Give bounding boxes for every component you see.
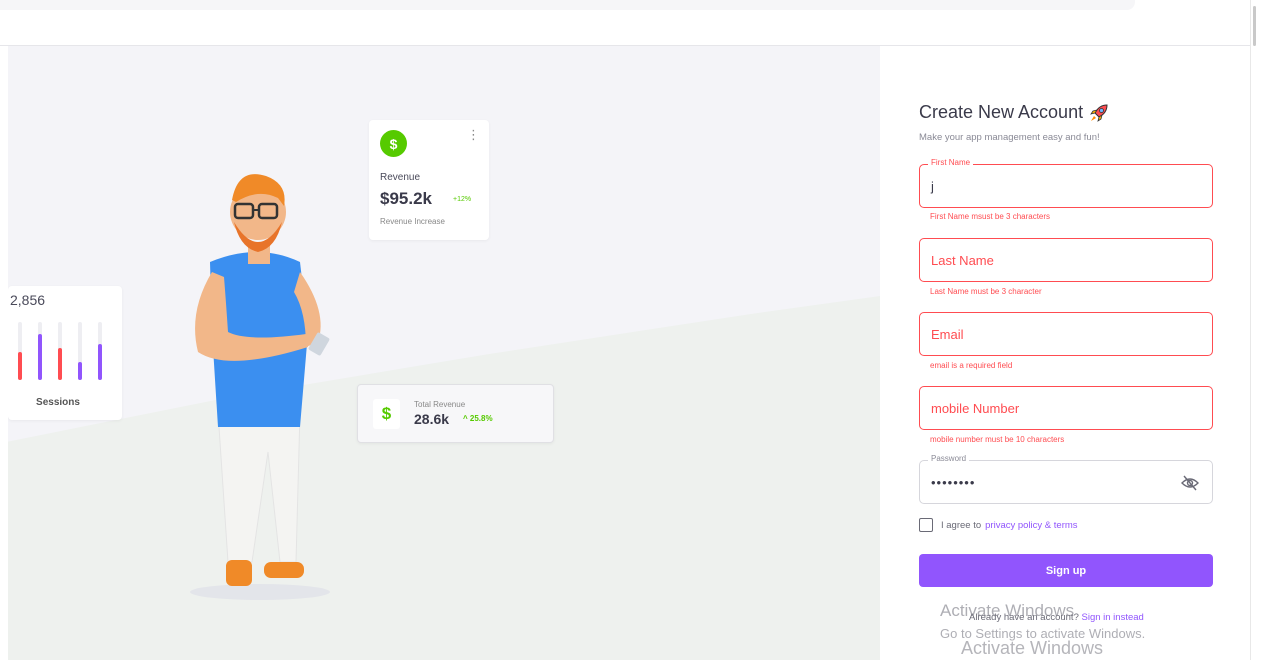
dollar-icon: $ (380, 130, 407, 157)
sessions-card: 2,856 Sessions (8, 286, 122, 420)
total-revenue-value: 28.6k (414, 411, 450, 427)
mobile-number-field[interactable]: mobile Number (919, 386, 1213, 430)
signup-button[interactable]: Sign up (919, 554, 1213, 587)
person-illustration (190, 174, 330, 600)
revenue-change: +12% (453, 196, 472, 203)
first-name-error: First Name msust be 3 characters (930, 212, 1051, 221)
sessions-bars (18, 322, 102, 380)
password-label: Password (928, 454, 970, 463)
floor-shape (8, 296, 880, 660)
top-strip (0, 0, 1135, 10)
revenue-subtitle: Revenue Increase (380, 217, 445, 226)
agree-text: I agree to (941, 519, 982, 531)
form-title: Create New Account (919, 102, 1109, 123)
total-revenue-label: Total Revenue (414, 400, 466, 409)
sessions-label: Sessions (36, 397, 80, 408)
password-field[interactable]: Password •••••••• (919, 454, 1213, 504)
rocket-icon (1090, 103, 1108, 122)
revenue-title: Revenue (380, 172, 421, 183)
signup-panel: Create New Account Make your app managem… (880, 46, 1250, 660)
form-subtitle: Make your app management easy and fun! (919, 132, 1100, 143)
first-name-label: First Name (928, 158, 974, 167)
agree-checkbox[interactable] (919, 518, 933, 532)
dollar-icon: $ (373, 399, 400, 429)
last-name-error: Last Name must be 3 character (930, 287, 1042, 296)
arrow-up-icon: ^ (463, 414, 470, 423)
illustration-panel: 2,856 Sessions $ ⋮ Revenue $95.2k +12% R… (8, 46, 880, 660)
windows-watermark-title: Activate Windows (940, 601, 1075, 620)
mobile-number-placeholder: mobile Number (931, 401, 1020, 416)
sign-in-link[interactable]: Sign in instead (1082, 612, 1144, 623)
last-name-placeholder: Last Name (931, 253, 994, 268)
eye-off-icon[interactable] (1180, 474, 1200, 492)
sessions-value: 2,856 (10, 292, 46, 308)
first-name-field[interactable]: First Name j (919, 158, 1213, 208)
more-vertical-icon[interactable]: ⋮ (467, 128, 480, 141)
email-error: email is a required field (930, 361, 1013, 370)
email-placeholder: Email (931, 327, 964, 342)
total-revenue-change-value: 25.8% (469, 414, 493, 423)
total-revenue-card: $ Total Revenue 28.6k ^ 25.8% (357, 384, 554, 443)
vertical-scrollbar[interactable] (1250, 0, 1264, 660)
scrollbar-thumb[interactable] (1253, 6, 1256, 46)
email-field[interactable]: Email (919, 312, 1213, 356)
total-revenue-change: ^ 25.8% (463, 414, 493, 423)
revenue-amount: $95.2k (380, 189, 432, 208)
agree-terms: I agree to privacy policy & terms (919, 518, 1078, 532)
mobile-number-error: mobile number must be 10 characters (930, 435, 1065, 444)
last-name-field[interactable]: Last Name (919, 238, 1213, 282)
top-bar (0, 0, 1264, 46)
password-value: •••••••• (931, 475, 976, 490)
privacy-terms-link[interactable]: privacy policy & terms (985, 520, 1077, 531)
windows-watermark-title-2: Activate Windows (961, 638, 1104, 658)
revenue-card: $ ⋮ Revenue $95.2k +12% Revenue Increase (369, 120, 489, 240)
first-name-value: j (931, 179, 934, 194)
form-title-text: Create New Account (919, 102, 1084, 122)
